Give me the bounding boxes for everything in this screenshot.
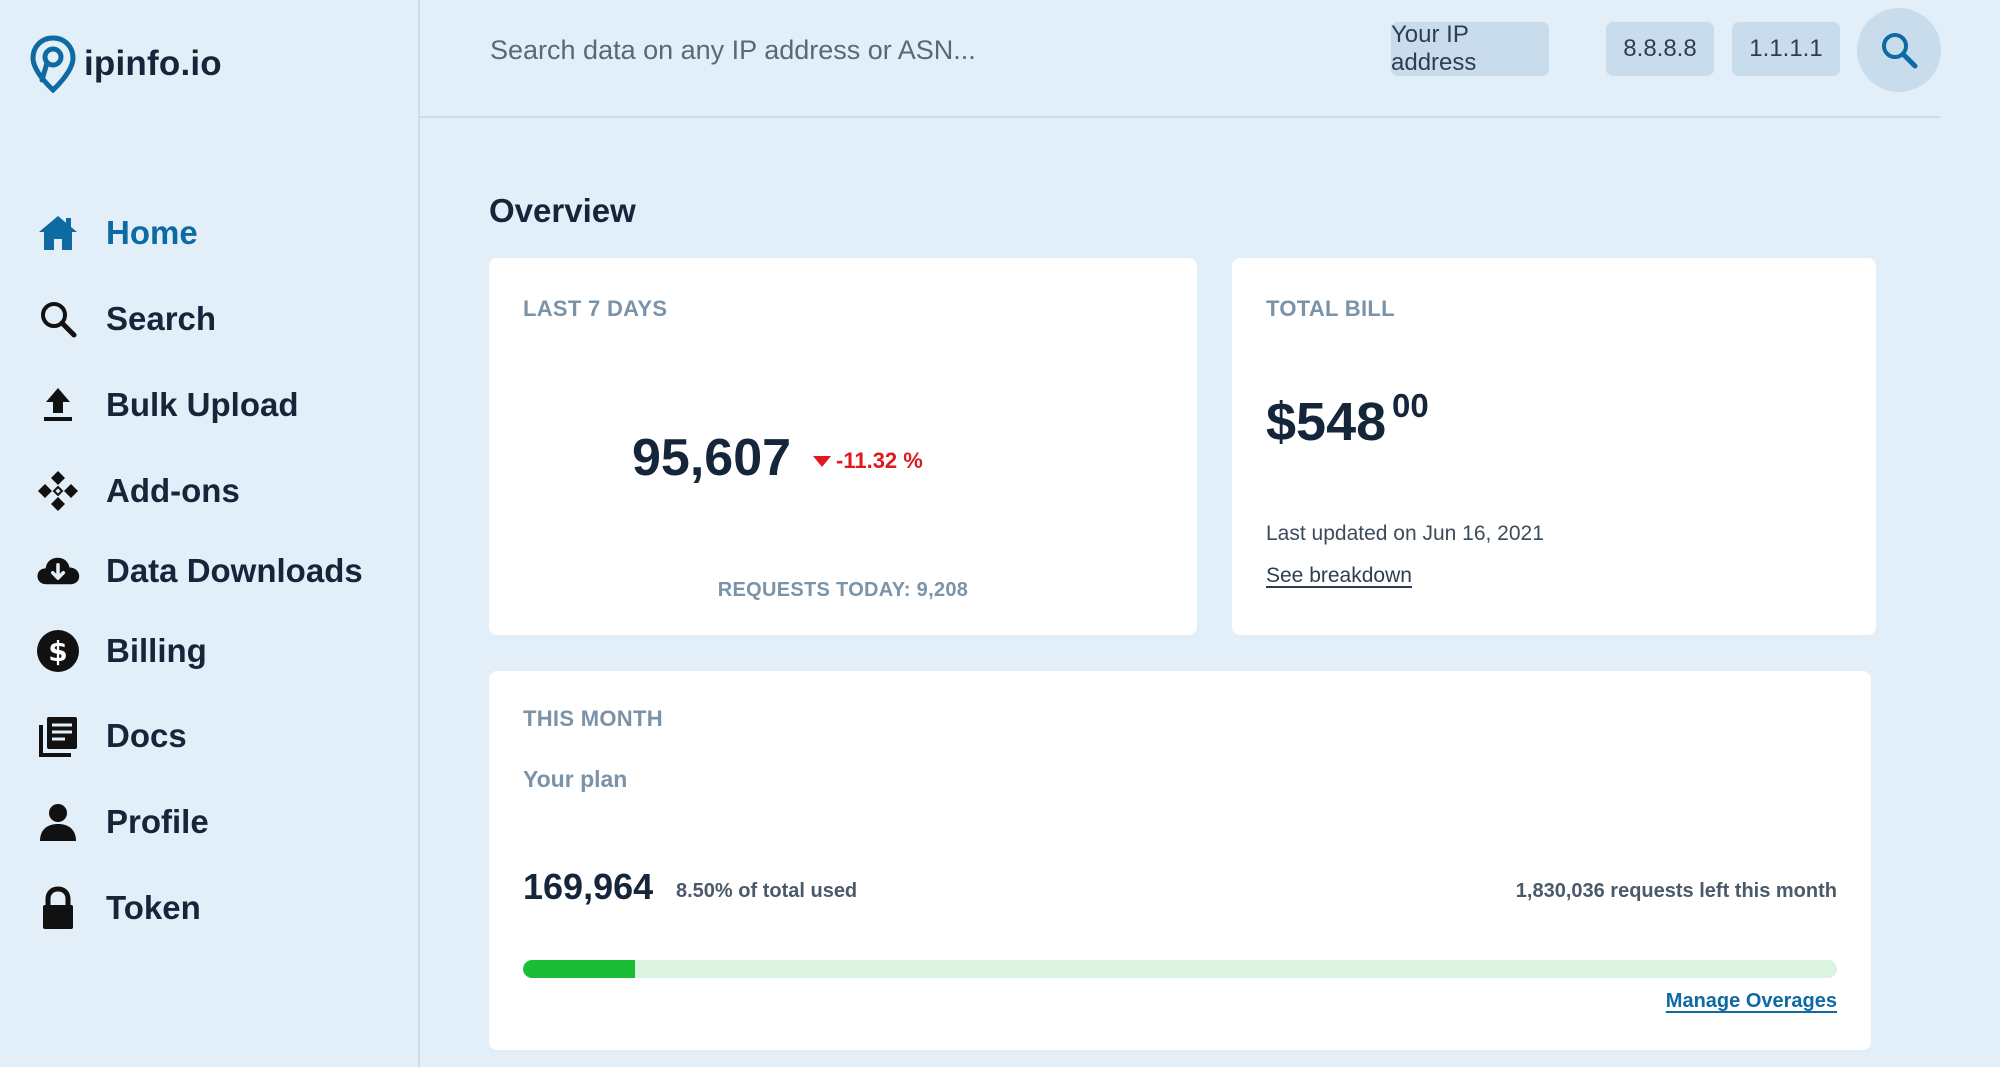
requests-today: REQUESTS TODAY: 9,208 <box>717 579 969 601</box>
this-month-card: THIS MONTH Your plan 169,964 8.50% of to… <box>489 671 1871 1050</box>
requests-left: 1,830,036 requests left this month <box>1515 880 1837 902</box>
user-icon <box>30 798 86 846</box>
sidebar-item-label: Bulk Upload <box>106 386 299 423</box>
lock-icon <box>30 884 86 932</box>
docs-icon <box>30 712 86 760</box>
sidebar-item-label: Home <box>106 214 198 251</box>
brand-name: ipinfo.io <box>84 44 222 83</box>
sidebar-item-label: Search <box>106 300 217 337</box>
last-7-days-card: LAST 7 DAYS 95,607 -11.32 % REQUESTS TOD… <box>489 258 1197 635</box>
sidebar-item-label: Docs <box>106 717 187 754</box>
sidebar-item-billing[interactable]: $ Billing <box>30 621 410 681</box>
card-label: LAST 7 DAYS <box>523 296 668 321</box>
logo[interactable]: ipinfo.io <box>30 34 222 94</box>
ipinfo-logo-icon <box>30 35 76 93</box>
sidebar-item-docs[interactable]: Docs <box>30 706 410 766</box>
sidebar-item-label: Add-ons <box>106 472 240 509</box>
card-label: TOTAL BILL <box>1266 296 1395 321</box>
sidebar-item-add-ons[interactable]: Add-ons <box>30 461 410 521</box>
sidebar-item-bulk-upload[interactable]: Bulk Upload <box>30 375 410 435</box>
trend-delta: -11.32 % <box>812 448 923 474</box>
top-search-bar: Your IP address 8.8.8.8 1.1.1.1 <box>420 0 1941 118</box>
requests-used: 169,964 <box>523 866 654 907</box>
caret-down-icon <box>813 456 831 467</box>
last-updated: Last updated on Jun 16, 2021 <box>1266 522 1544 545</box>
sidebar-item-label: Profile <box>106 803 209 840</box>
delta-value: -11.32 % <box>836 448 923 473</box>
total-bill-card: TOTAL BILL $548 00 Last updated on Jun 1… <box>1232 258 1876 635</box>
last-7-days-count: 95,607 <box>632 429 792 487</box>
sidebar-item-label: Token <box>106 889 201 926</box>
search-input[interactable] <box>490 22 1390 78</box>
see-breakdown-link[interactable]: See breakdown <box>1266 564 1412 588</box>
chip-1-1-1-1[interactable]: 1.1.1.1 <box>1732 22 1840 76</box>
cloud-download-icon <box>30 547 86 595</box>
addons-icon <box>30 467 86 515</box>
sidebar-item-home[interactable]: Home <box>30 203 410 263</box>
chip-your-ip[interactable]: Your IP address <box>1391 21 1549 76</box>
upload-icon <box>30 381 86 429</box>
dollar-icon: $ <box>30 627 86 675</box>
home-icon <box>30 209 86 257</box>
page-title: Overview <box>489 192 636 229</box>
sidebar-item-data-downloads[interactable]: Data Downloads <box>30 541 410 601</box>
usage-progress-bar <box>523 960 1837 978</box>
sidebar: ipinfo.io Home Search Bulk Upload Add-on… <box>0 0 420 1067</box>
search-button[interactable] <box>1857 8 1941 92</box>
manage-overages-link[interactable]: Manage Overages <box>1666 990 1837 1013</box>
bill-amount: $548 <box>1266 392 1387 452</box>
your-plan-label: Your plan <box>523 766 628 792</box>
search-icon <box>30 295 86 343</box>
usage-progress-fill <box>523 960 635 978</box>
sidebar-item-search[interactable]: Search <box>30 289 410 349</box>
used-percentage: 8.50% of total used <box>676 880 858 902</box>
chip-8-8-8-8[interactable]: 8.8.8.8 <box>1606 22 1714 76</box>
sidebar-item-token[interactable]: Token <box>30 878 410 938</box>
svg-text:$: $ <box>48 635 67 668</box>
search-icon <box>1882 33 1918 69</box>
card-label: THIS MONTH <box>523 706 663 731</box>
bill-cents: 00 <box>1392 387 1429 424</box>
sidebar-item-profile[interactable]: Profile <box>30 792 410 852</box>
sidebar-item-label: Data Downloads <box>106 552 363 589</box>
sidebar-item-label: Billing <box>106 632 207 669</box>
